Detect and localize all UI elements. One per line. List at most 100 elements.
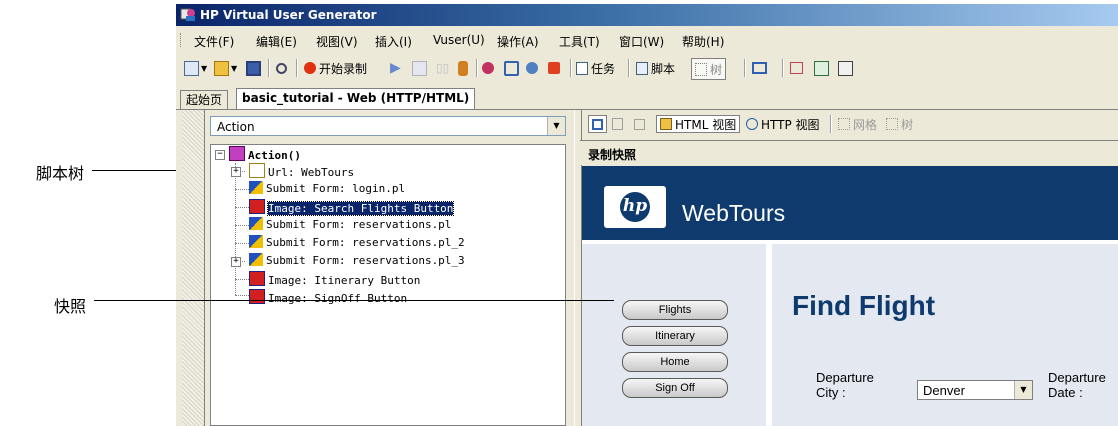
tree-connector [235, 243, 249, 244]
title-bar[interactable]: HP Virtual User Generator [176, 4, 1118, 26]
callout-snapshot-line [94, 300, 614, 301]
tab-basic-tutorial[interactable]: basic_tutorial - Web (HTTP/HTML) [236, 88, 476, 110]
parameter-icon [814, 60, 829, 76]
tree-node-image-itinerary[interactable]: Image: Itinerary Button [249, 271, 421, 287]
nav-itinerary-button[interactable]: Itinerary [622, 326, 728, 346]
tree-node-image-signoff[interactable]: Image: SignOff Button [249, 289, 407, 305]
replay-snapshot-button[interactable] [612, 115, 623, 133]
departure-city-select[interactable]: Denver ▼ [917, 380, 1033, 400]
menu-vuser[interactable]: Vuser(U) [433, 33, 485, 47]
url-step-icon [249, 163, 265, 178]
run-button[interactable]: ▶ [390, 60, 401, 76]
compare-icon [790, 62, 803, 74]
webtours-nav: Flights Itinerary Home Sign Off [582, 244, 766, 426]
find-button[interactable] [276, 60, 287, 76]
parameter-list-button[interactable] [814, 60, 829, 76]
tab-start-page[interactable]: 起始页 [180, 90, 229, 109]
find-flight-title: Find Flight [792, 290, 936, 321]
menubar-grip[interactable] [180, 33, 184, 47]
stop-button[interactable] [412, 60, 427, 76]
tree-root-action[interactable]: Action() [229, 146, 301, 162]
tree-root-label: Action() [248, 149, 301, 162]
callout-script-tree-label: 脚本树 [36, 164, 85, 183]
compare-snapshots-button[interactable] [634, 115, 645, 133]
data-files-button[interactable] [838, 60, 853, 76]
view-toolbar: HTML 视图 HTTP 视图 网格 树 [580, 110, 1118, 136]
menu-actions[interactable]: 操作(A) [497, 33, 539, 50]
tree-collapse-toggle[interactable]: − [215, 150, 225, 160]
new-script-icon [184, 60, 199, 76]
play-icon: ▶ [390, 60, 401, 76]
start-record-button[interactable]: 开始录制 [304, 60, 367, 76]
departure-date-label: Departure Date : [1048, 370, 1106, 400]
toolbar-separator [268, 59, 270, 77]
recording-snapshot-button[interactable] [588, 115, 607, 133]
http-view-label: HTTP 视图 [761, 117, 820, 132]
grid-icon [838, 118, 850, 130]
menu-window[interactable]: 窗口(W) [619, 33, 664, 50]
tree-node-label: Submit Form: reservations.pl_3 [266, 254, 465, 267]
departure-city-label: Departure City : [816, 370, 874, 400]
webtours-brand: WebTours [682, 200, 786, 226]
results-button[interactable] [526, 60, 538, 76]
http-view-button[interactable]: HTTP 视图 [746, 115, 820, 133]
action-selector-value: Action [217, 120, 255, 134]
tree-node-submit-login[interactable]: Submit Form: login.pl [249, 181, 405, 196]
output-window-button[interactable] [752, 60, 767, 76]
new-script-button[interactable]: ▼ [184, 60, 207, 76]
open-folder-icon [214, 60, 229, 76]
script-view-label: 脚本 [651, 61, 676, 76]
open-button[interactable]: ▼ [214, 60, 237, 76]
step-button[interactable] [458, 60, 468, 76]
submit-form-icon [249, 235, 263, 248]
snapshot-tree-view-button[interactable]: 树 [886, 115, 913, 133]
tree-node-label: Url: WebTours [268, 166, 355, 179]
toolbar-separator [830, 115, 832, 133]
chevron-down-icon[interactable]: ▼ [1014, 381, 1032, 399]
tree-connector [235, 295, 249, 296]
tree-connector [235, 163, 236, 295]
tree-expand-toggle[interactable]: + [231, 257, 241, 267]
menu-edit[interactable]: 编辑(E) [256, 33, 297, 50]
tree-connector [235, 189, 249, 190]
action-selector[interactable]: Action ▼ [210, 116, 566, 136]
tree-connector [235, 207, 249, 208]
pause-button[interactable]: ▯▯ [436, 60, 449, 76]
compare-button[interactable] [790, 60, 803, 76]
tree-node-label: Image: Itinerary Button [268, 274, 421, 287]
tree-view-button[interactable]: 树 [691, 58, 727, 80]
tree-node-image-search-flights[interactable]: Image: Search Flights Button [249, 199, 455, 216]
grid-view-button[interactable]: 网格 [838, 115, 877, 133]
tree-node-submit-reservations-3[interactable]: Submit Form: reservations.pl_3 [249, 253, 465, 268]
menu-view[interactable]: 视图(V) [316, 33, 358, 50]
tasks-button[interactable]: 任务 [576, 60, 615, 76]
snapshot-button[interactable] [548, 60, 560, 76]
tree-expand-toggle[interactable]: + [231, 167, 241, 177]
chevron-down-icon[interactable]: ▼ [547, 117, 565, 135]
save-button[interactable] [246, 60, 261, 76]
http-view-icon [746, 118, 758, 130]
html-view-button[interactable]: HTML 视图 [656, 115, 741, 133]
departure-city-value: Denver [923, 383, 965, 398]
nav-signoff-button[interactable]: Sign Off [622, 378, 728, 398]
nav-flights-button[interactable]: Flights [622, 300, 728, 320]
script-view-button[interactable]: 脚本 [636, 60, 675, 76]
save-icon [246, 60, 261, 76]
snapshot-icon [548, 62, 560, 74]
script-tree: − Action() + Url: WebTours Submit Form: … [210, 144, 566, 426]
nav-home-button[interactable]: Home [622, 352, 728, 372]
tree-node-submit-reservations-2[interactable]: Submit Form: reservations.pl_2 [249, 235, 465, 250]
menu-file[interactable]: 文件(F) [194, 33, 234, 50]
menu-insert[interactable]: 插入(I) [375, 33, 412, 50]
callout-snapshot-label: 快照 [54, 297, 87, 316]
tree-node-submit-reservations[interactable]: Submit Form: reservations.pl [249, 217, 451, 232]
image-step-icon [249, 199, 265, 214]
menu-tools[interactable]: 工具(T) [559, 33, 600, 50]
menu-help[interactable]: 帮助(H) [682, 33, 724, 50]
run-time-settings-button[interactable] [504, 60, 519, 76]
vugen-app-icon [180, 8, 195, 21]
tree-icon [886, 118, 898, 130]
tree-node-url-webtours[interactable]: Url: WebTours [249, 163, 355, 179]
pane-margin [182, 110, 205, 426]
breakpoint-button[interactable] [482, 60, 494, 76]
